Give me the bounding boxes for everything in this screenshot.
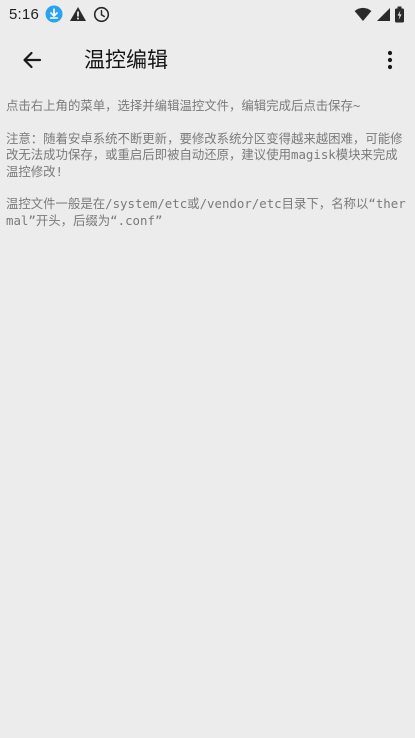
status-time: 5:16: [9, 5, 39, 23]
instruction-paragraph-edit: 点击右上角的菜单，选择并编辑温控文件，编辑完成后点击保存~: [6, 98, 361, 113]
signal-icon: [375, 7, 391, 22]
instruction-paragraph-location: 温控文件一般是在/system/etc或/vendor/etc目录下，名称以“t…: [6, 196, 406, 228]
status-right: [354, 6, 405, 23]
status-left: 5:16: [9, 5, 110, 23]
clock-icon: [93, 6, 110, 23]
wifi-icon: [354, 7, 372, 22]
status-bar: 5:16: [0, 0, 415, 28]
page-title: 温控编辑: [84, 48, 168, 72]
battery-icon: [394, 6, 405, 23]
back-button[interactable]: [12, 40, 52, 80]
download-icon: [45, 5, 63, 23]
more-vert-icon: [387, 50, 393, 70]
warning-icon: [69, 6, 87, 22]
more-options-button[interactable]: [373, 40, 407, 80]
instructions-content: 点击右上角的菜单，选择并编辑温控文件，编辑完成后点击保存~ 注意：随着安卓系统不…: [6, 98, 406, 245]
instruction-paragraph-warning: 注意：随着安卓系统不断更新，要修改系统分区变得越来越困难，可能修改无法成功保存，…: [6, 130, 403, 179]
arrow-back-icon: [21, 49, 43, 71]
app-bar: 温控编辑: [0, 28, 415, 92]
